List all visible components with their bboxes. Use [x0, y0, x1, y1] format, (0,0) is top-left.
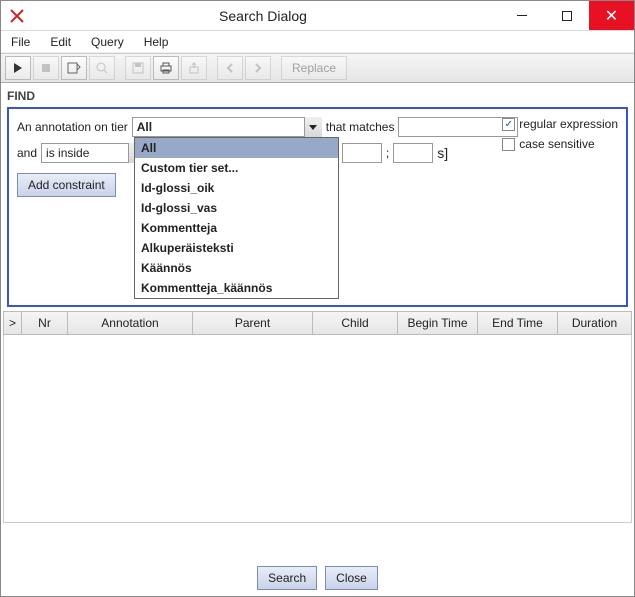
titlebar: Search Dialog ✕ — [1, 1, 634, 31]
menu-help[interactable]: Help — [138, 33, 175, 51]
tier-option[interactable]: Kommentteja — [135, 218, 338, 238]
maximize-button[interactable] — [544, 1, 589, 30]
match-input[interactable] — [398, 117, 518, 137]
case-checkbox[interactable] — [502, 138, 515, 151]
tier-option[interactable]: All — [135, 138, 338, 158]
tier-option[interactable]: Kommentteja_käännös — [135, 278, 338, 298]
tier-dropdown-list[interactable]: All Custom tier set... Id-glossi_oik Id-… — [134, 137, 339, 299]
col-parent[interactable]: Parent — [193, 312, 313, 334]
window-controls: ✕ — [499, 1, 634, 30]
results-body[interactable] — [3, 335, 632, 523]
search-button[interactable]: Search — [257, 566, 317, 590]
regex-check-row[interactable]: ✓ regular expression — [502, 117, 618, 131]
tier-combo-value: All — [132, 117, 322, 137]
menu-edit[interactable]: Edit — [44, 33, 77, 51]
case-check-row[interactable]: case sensitive — [502, 137, 618, 151]
minimize-button[interactable] — [499, 1, 544, 30]
tier-option[interactable]: Custom tier set... — [135, 158, 338, 178]
tier-combo[interactable]: All — [132, 117, 322, 137]
interval-close: s] — [437, 145, 448, 161]
regex-label: regular expression — [519, 117, 618, 131]
prev-icon[interactable] — [217, 56, 243, 80]
results-header: > Nr Annotation Parent Child Begin Time … — [3, 311, 632, 335]
replace-button[interactable]: Replace — [281, 56, 347, 80]
tier-option[interactable]: Id-glossi_oik — [135, 178, 338, 198]
app-icon — [7, 6, 27, 26]
next-icon[interactable] — [245, 56, 271, 80]
zoom-icon[interactable] — [89, 56, 115, 80]
col-duration[interactable]: Duration — [558, 312, 631, 334]
menu-file[interactable]: File — [5, 33, 36, 51]
label-that-matches: that matches — [326, 120, 395, 134]
chevron-down-icon[interactable] — [304, 117, 322, 137]
close-window-button[interactable]: ✕ — [589, 1, 634, 30]
col-begin-time[interactable]: Begin Time — [398, 312, 478, 334]
col-index[interactable]: > — [4, 312, 22, 334]
label-and: and — [17, 146, 37, 160]
bottom-buttons: Search Close — [1, 566, 634, 590]
find-panel: An annotation on tier All that matches a… — [7, 107, 628, 307]
new-query-icon[interactable] — [61, 56, 87, 80]
regex-checkbox[interactable]: ✓ — [502, 118, 515, 131]
col-child[interactable]: Child — [313, 312, 398, 334]
menu-query[interactable]: Query — [85, 33, 130, 51]
export-icon[interactable] — [181, 56, 207, 80]
time-to-input[interactable] — [393, 143, 433, 163]
window-title: Search Dialog — [27, 8, 499, 24]
col-annotation[interactable]: Annotation — [68, 312, 193, 334]
toolbar: Replace — [1, 53, 634, 83]
find-right-column: ✓ regular expression case sensitive — [502, 117, 618, 151]
find-heading: FIND — [1, 83, 634, 103]
tier-option[interactable]: Alkuperäisteksti — [135, 238, 338, 258]
tier-option[interactable]: Id-glossi_vas — [135, 198, 338, 218]
time-from-input[interactable] — [342, 143, 382, 163]
inside-combo[interactable]: is inside — [41, 143, 146, 163]
interval-mid: ; — [386, 146, 389, 160]
run-icon[interactable] — [5, 56, 31, 80]
col-nr[interactable]: Nr — [22, 312, 68, 334]
print-icon[interactable] — [153, 56, 179, 80]
label-annotation-on-tier: An annotation on tier — [17, 120, 128, 134]
menubar: File Edit Query Help — [1, 31, 634, 53]
col-end-time[interactable]: End Time — [478, 312, 558, 334]
case-label: case sensitive — [519, 137, 594, 151]
results-table: > Nr Annotation Parent Child Begin Time … — [3, 311, 632, 523]
tier-option[interactable]: Käännös — [135, 258, 338, 278]
stop-icon[interactable] — [33, 56, 59, 80]
add-constraint-button[interactable]: Add constraint — [17, 173, 116, 197]
close-button[interactable]: Close — [325, 566, 378, 590]
save-icon[interactable] — [125, 56, 151, 80]
